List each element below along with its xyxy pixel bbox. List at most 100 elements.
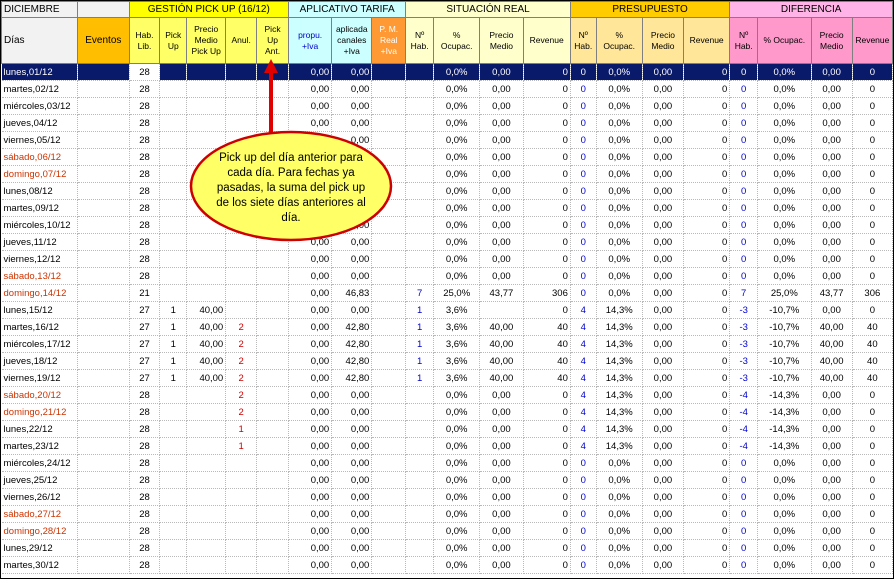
cell-pm-real[interactable] [371, 454, 407, 472]
col-pre-pm[interactable]: Precio Medio [641, 17, 685, 64]
cell-dif-ocup[interactable]: -14,3% [757, 403, 812, 421]
cell-anul[interactable]: 2 [225, 318, 258, 336]
cell-pick-up[interactable] [159, 403, 188, 421]
cell-pre-pm[interactable]: 0,00 [642, 131, 685, 149]
cell-dif-hab[interactable]: 0 [729, 471, 759, 489]
cell-real-hab[interactable] [405, 420, 435, 438]
cell-pick-up-ant[interactable] [256, 352, 290, 370]
cell-dif-revenue[interactable]: 0 [852, 233, 893, 251]
table-row[interactable]: domingo,14/12 21 0,00 46,83 7 25,0% 43,77 306 0 0… [1, 284, 893, 302]
table-row[interactable]: miércoles,03/12 28 0,00 0,00 0,0% 0,00 0 0 0,0% 0… [1, 97, 893, 115]
cell-dif-ocup[interactable]: -10,7% [757, 335, 812, 353]
cell-pre-pm[interactable]: 0,00 [642, 114, 685, 132]
cell-pre-hab[interactable]: 0 [570, 165, 597, 183]
cell-real-revenue[interactable]: 0 [523, 250, 571, 268]
cell-dia[interactable]: jueves,04/12 [1, 114, 79, 132]
cell-dif-ocup[interactable]: -14,3% [757, 437, 812, 455]
cell-hab-lib[interactable]: 28 [129, 63, 161, 81]
cell-pre-ocup[interactable]: 0,0% [596, 97, 643, 115]
table-row[interactable]: jueves,04/12 28 0,00 0,00 0,0% 0,00 0 0 0,0% 0,00… [1, 114, 893, 132]
cell-propu[interactable]: 0,00 [288, 80, 333, 98]
cell-real-pm[interactable]: 0,00 [479, 233, 524, 251]
cell-real-pm[interactable]: 0,00 [479, 63, 524, 81]
cell-pre-pm[interactable]: 0,00 [642, 148, 685, 166]
cell-real-pm[interactable]: 0,00 [479, 216, 524, 234]
cell-dif-revenue[interactable]: 0 [852, 488, 893, 506]
table-row[interactable]: sábado,27/12 28 0,00 0,00 0,0% 0,00 0 0 0,0% 0,00… [1, 505, 893, 523]
cell-pre-revenue[interactable]: 0 [683, 318, 731, 336]
cell-aplicada[interactable]: 0,00 [331, 80, 373, 98]
cell-dia[interactable]: martes,30/12 [1, 556, 79, 574]
cell-anul[interactable] [225, 267, 258, 285]
cell-real-pm[interactable]: 0,00 [479, 97, 524, 115]
cell-eventos[interactable] [77, 539, 130, 557]
cell-pre-revenue[interactable]: 0 [683, 63, 731, 81]
cell-real-ocup[interactable]: 3,6% [433, 352, 481, 370]
cell-pre-revenue[interactable]: 0 [683, 199, 731, 217]
cell-precio-medio-pu[interactable] [186, 539, 227, 557]
col-pick-up[interactable]: Pick Up [159, 17, 188, 64]
cell-eventos[interactable] [77, 556, 130, 574]
cell-pre-revenue[interactable]: 0 [683, 148, 731, 166]
cell-dif-revenue[interactable]: 0 [852, 386, 893, 404]
cell-pm-real[interactable] [371, 250, 407, 268]
cell-real-pm[interactable]: 0,00 [479, 165, 524, 183]
cell-propu[interactable]: 0,00 [288, 386, 333, 404]
cell-real-revenue[interactable]: 0 [523, 216, 571, 234]
cell-pre-revenue[interactable]: 0 [683, 505, 731, 523]
cell-pre-revenue[interactable]: 0 [683, 250, 731, 268]
cell-pre-ocup[interactable]: 14,3% [596, 369, 643, 387]
cell-anul[interactable]: 2 [225, 352, 258, 370]
cell-pre-revenue[interactable]: 0 [683, 97, 731, 115]
cell-aplicada[interactable]: 0,00 [331, 250, 373, 268]
cell-hab-lib[interactable]: 28 [129, 182, 161, 200]
cell-pre-ocup[interactable]: 0,0% [596, 165, 643, 183]
cell-real-pm[interactable]: 0,00 [479, 437, 524, 455]
cell-propu[interactable]: 0,00 [288, 250, 333, 268]
cell-real-hab[interactable] [405, 471, 435, 489]
cell-hab-lib[interactable]: 28 [129, 488, 161, 506]
cell-pm-real[interactable] [371, 318, 407, 336]
cell-dif-pm[interactable]: 40,00 [811, 352, 853, 370]
cell-dif-hab[interactable]: 0 [729, 131, 759, 149]
cell-dif-hab[interactable]: 0 [729, 454, 759, 472]
cell-pick-up-ant[interactable] [256, 437, 290, 455]
cell-dif-revenue[interactable]: 0 [852, 301, 893, 319]
cell-dif-hab[interactable]: 0 [729, 97, 759, 115]
cell-dia[interactable]: miércoles,17/12 [1, 335, 79, 353]
cell-aplicada[interactable]: 42,80 [331, 369, 373, 387]
cell-dia[interactable]: martes,09/12 [1, 199, 79, 217]
cell-dif-pm[interactable]: 0,00 [811, 165, 853, 183]
col-pm-real[interactable]: P. M. Real +Iva [371, 17, 407, 64]
cell-propu[interactable]: 0,00 [288, 505, 333, 523]
cell-pre-hab[interactable]: 0 [570, 250, 597, 268]
cell-pre-hab[interactable]: 0 [570, 556, 597, 574]
cell-dif-pm[interactable]: 40,00 [811, 318, 853, 336]
cell-aplicada[interactable]: 0,00 [331, 420, 373, 438]
cell-real-ocup[interactable]: 0,0% [433, 403, 481, 421]
cell-dif-ocup[interactable]: -10,7% [757, 352, 812, 370]
cell-dif-hab[interactable]: -4 [729, 420, 759, 438]
cell-dif-pm[interactable]: 0,00 [811, 131, 853, 149]
cell-dif-revenue[interactable]: 0 [852, 63, 893, 81]
cell-real-ocup[interactable]: 0,0% [433, 97, 481, 115]
col-propu[interactable]: propu. +Iva [288, 17, 333, 64]
cell-hab-lib[interactable]: 28 [129, 403, 161, 421]
cell-pm-real[interactable] [371, 284, 407, 302]
cell-real-hab[interactable] [405, 403, 435, 421]
cell-dif-ocup[interactable]: 25,0% [757, 284, 812, 302]
cell-pre-hab[interactable]: 4 [570, 437, 597, 455]
table-row[interactable]: sábado,06/12280,000,000,0%0,00000,0%0,00… [1, 148, 893, 166]
cell-real-ocup[interactable]: 0,0% [433, 165, 481, 183]
cell-pre-pm[interactable]: 0,00 [642, 301, 685, 319]
cell-aplicada[interactable]: 0,00 [331, 556, 373, 574]
cell-eventos[interactable] [77, 233, 130, 251]
cell-real-pm[interactable] [479, 301, 524, 319]
cell-dif-pm[interactable]: 0,00 [811, 539, 853, 557]
cell-dif-pm[interactable]: 0,00 [811, 522, 853, 540]
cell-dif-revenue[interactable]: 0 [852, 539, 893, 557]
cell-precio-medio-pu[interactable] [186, 471, 227, 489]
cell-dif-ocup[interactable]: 0,0% [757, 539, 812, 557]
cell-precio-medio-pu[interactable] [186, 403, 227, 421]
cell-pre-revenue[interactable]: 0 [683, 522, 731, 540]
